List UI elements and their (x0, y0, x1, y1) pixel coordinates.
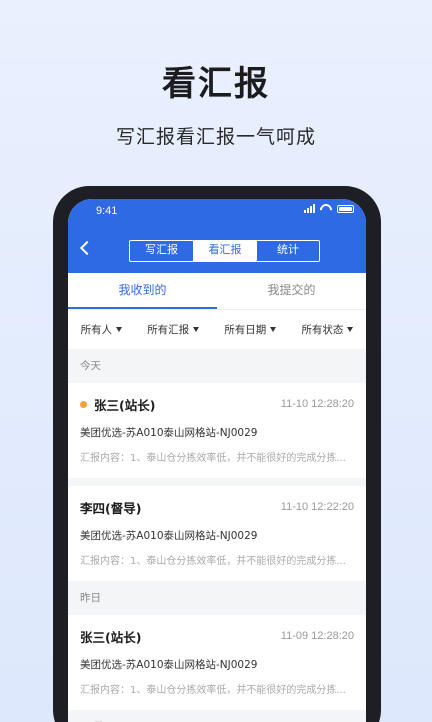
tab-received[interactable]: 我收到的 (68, 273, 217, 309)
card-name-wrap: 张三(站长) (80, 627, 141, 646)
signal-icon (304, 204, 315, 213)
card-header: 李四(督导) 11-10 12:22:20 (80, 486, 354, 528)
unread-dot-icon (80, 400, 87, 408)
filter-label: 所有日期 (224, 324, 267, 336)
report-time: 11-10 12:28:20 (280, 398, 354, 410)
section-label-yesterday: 昨日 (80, 592, 101, 604)
caret-down-icon (347, 327, 354, 332)
phone-frame: 9:41 写汇报 看汇报 统计 我收到的 我提交的 所有人 所有汇报 所有日期 … (53, 186, 381, 722)
report-card[interactable]: 张三(站长) 11-09 12:28:20 美团优选-苏A010泰山网格站-NJ… (68, 615, 366, 710)
report-station: 美团优选-苏A010泰山网格站-NJ0029 (80, 530, 258, 542)
reporter-name: 张三(站长) (80, 629, 142, 645)
battery-icon (337, 204, 354, 213)
card-header: 张三(站长) 11-10 12:28:20 (80, 383, 354, 425)
app-screen: 9:41 写汇报 看汇报 统计 我收到的 我提交的 所有人 所有汇报 所有日期 … (68, 199, 366, 722)
report-station: 美团优选-苏A010泰山网格站-NJ0029 (80, 427, 258, 439)
report-content: 汇报内容：1、泰山仓分拣效率低，并不能很好的完成分拣... (80, 453, 346, 464)
segment-stats[interactable]: 统计 (256, 241, 319, 261)
section-label-today: 今天 (80, 360, 101, 372)
filter-bar: 所有人 所有汇报 所有日期 所有状态 (68, 309, 366, 349)
segment-view[interactable]: 看汇报 (193, 241, 256, 261)
filter-status[interactable]: 所有状态 (301, 322, 354, 337)
report-time: 11-09 12:28:20 (280, 630, 354, 642)
reporter-name: 李四(督导) (80, 500, 142, 516)
nav-bar: 9:41 写汇报 看汇报 统计 (68, 199, 366, 273)
hero-subtitle: 写汇报看汇报一气呵成 (115, 126, 316, 148)
report-time: 11-10 12:22:20 (280, 501, 354, 513)
card-name-wrap: 张三(站长) (80, 395, 155, 414)
filter-label: 所有汇报 (147, 324, 190, 336)
status-time: 9:41 (96, 205, 118, 217)
card-header: 张三(站长) 11-09 12:28:20 (80, 615, 354, 657)
caret-down-icon (116, 327, 123, 332)
report-mode-switch: 写汇报 看汇报 统计 (129, 240, 320, 262)
hero-title: 看汇报 (162, 64, 270, 104)
report-tabs: 我收到的 我提交的 (68, 273, 366, 309)
caret-down-icon (270, 327, 277, 332)
tab-submitted[interactable]: 我提交的 (217, 273, 366, 309)
filter-label: 所有人 (80, 324, 113, 336)
segment-write[interactable]: 写汇报 (130, 241, 193, 261)
reporter-name: 张三(站长) (94, 397, 156, 413)
filter-person[interactable]: 所有人 (81, 322, 123, 337)
section-label-oct18: 10月18日 (68, 710, 366, 722)
filter-label: 所有状态 (301, 324, 344, 336)
wifi-icon (320, 204, 332, 213)
back-icon[interactable] (79, 240, 95, 256)
caret-down-icon (193, 327, 200, 332)
status-icons (304, 204, 354, 213)
report-card[interactable]: 张三(站长) 11-10 12:28:20 美团优选-苏A010泰山网格站-NJ… (68, 383, 366, 478)
filter-date[interactable]: 所有日期 (224, 322, 277, 337)
report-station: 美团优选-苏A010泰山网格站-NJ0029 (80, 659, 258, 671)
report-content: 汇报内容：1、泰山仓分拣效率低，并不能很好的完成分拣... (80, 685, 346, 696)
report-content: 汇报内容：1、泰山仓分拣效率低，并不能很好的完成分拣... (80, 556, 346, 567)
report-card[interactable]: 李四(督导) 11-10 12:22:20 美团优选-苏A010泰山网格站-NJ… (68, 486, 366, 581)
card-name-wrap: 李四(督导) (80, 498, 141, 517)
filter-report-type[interactable]: 所有汇报 (147, 322, 200, 337)
